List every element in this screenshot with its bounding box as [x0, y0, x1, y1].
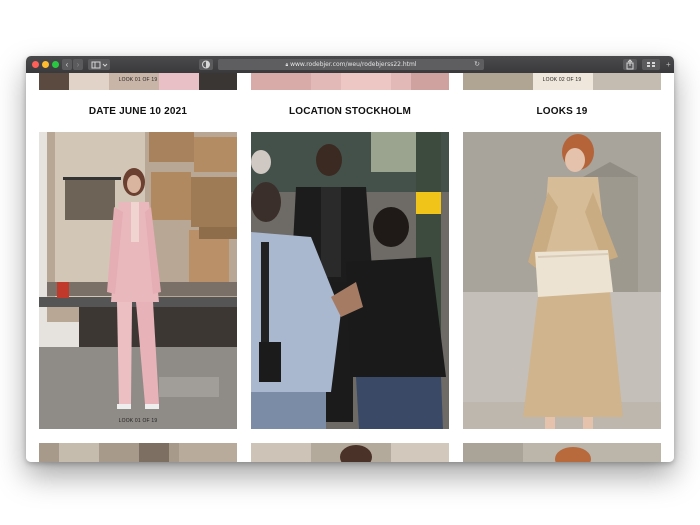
close-window-button[interactable] — [32, 61, 39, 68]
location-heading: LOCATION STOCKHOLM — [288, 106, 412, 117]
photo-image — [39, 132, 237, 429]
photo-image — [251, 73, 449, 90]
look-photo-truck[interactable]: LOOK 01 OF 19 — [39, 132, 237, 429]
photo-image — [251, 132, 449, 429]
minimize-window-button[interactable] — [42, 61, 49, 68]
look-photo-top-middle[interactable] — [251, 73, 449, 90]
photo-image — [39, 443, 237, 462]
look-photo-bottom-middle[interactable] — [251, 443, 449, 462]
privacy-report-button[interactable] — [199, 59, 213, 70]
chevron-left-icon: ‹ — [65, 60, 69, 69]
look-photo-trench[interactable] — [463, 132, 661, 429]
screen: ‹ › 🔒︎ www.rodebjer.com/weu/rodebjerss22… — [0, 0, 700, 525]
look-photo-top-right[interactable]: LOOK 02 OF 19 — [463, 73, 661, 90]
look-counter-label: LOOK 01 OF 19 — [118, 418, 158, 424]
sidebar-toggle-button[interactable] — [88, 59, 110, 70]
photo-image — [463, 443, 661, 462]
look-counter-label: LOOK 01 OF 19 — [118, 77, 158, 83]
date-heading: DATE JUNE 10 2021 — [88, 106, 188, 117]
looks-count-heading: LOOKS 19 — [536, 106, 588, 117]
grid-icon — [647, 62, 655, 67]
share-icon — [626, 59, 634, 70]
address-url: www.rodebjer.com/weu/rodebjerss22.html — [290, 61, 417, 68]
chevron-right-icon: › — [76, 60, 80, 69]
zoom-window-button[interactable] — [52, 61, 59, 68]
forward-button[interactable]: › — [73, 59, 83, 70]
photo-image — [251, 443, 449, 462]
browser-toolbar: ‹ › 🔒︎ www.rodebjer.com/weu/rodebjerss22… — [26, 56, 674, 74]
browser-window: ‹ › 🔒︎ www.rodebjer.com/weu/rodebjerss22… — [26, 56, 674, 462]
address-bar[interactable]: 🔒︎ www.rodebjer.com/weu/rodebjerss22.html… — [218, 59, 484, 70]
share-button[interactable] — [623, 59, 637, 70]
lock-icon: 🔒︎ — [285, 62, 289, 68]
new-tab-button[interactable]: + — [666, 61, 673, 69]
look-photo-bottom-right[interactable] — [463, 443, 661, 462]
page-content: LOOK 01 OF 19 LOOK 02 OF 19 DATE JUNE 10… — [26, 73, 674, 462]
look-photo-street[interactable] — [251, 132, 449, 429]
reload-icon[interactable]: ↻ — [474, 59, 480, 70]
look-photo-bottom-left[interactable] — [39, 443, 237, 462]
photo-image — [463, 132, 661, 429]
sidebar-icon — [91, 61, 108, 69]
back-button[interactable]: ‹ — [62, 59, 72, 70]
look-photo-top-left[interactable]: LOOK 01 OF 19 — [39, 73, 237, 90]
look-counter-label: LOOK 02 OF 19 — [542, 77, 582, 83]
tab-overview-button[interactable] — [642, 59, 660, 70]
shield-icon — [202, 60, 210, 69]
